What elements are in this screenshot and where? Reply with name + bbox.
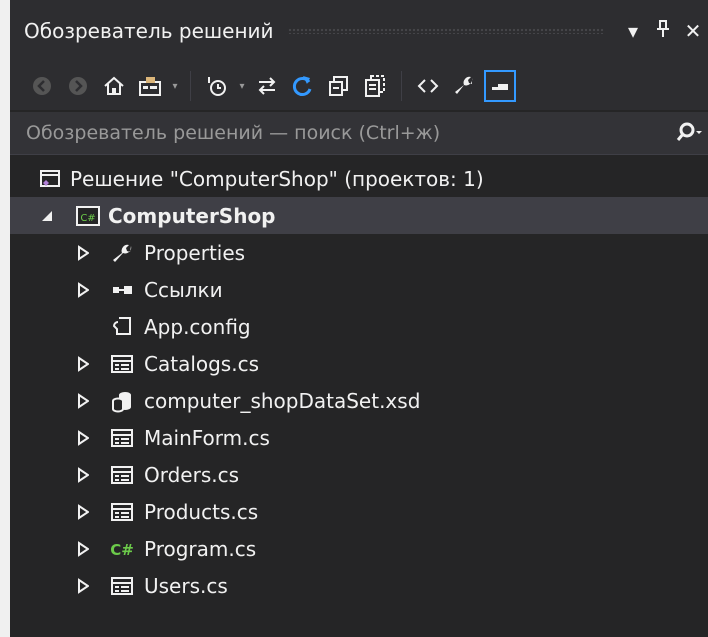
back-icon[interactable] xyxy=(24,68,60,104)
switch-views-dropdown[interactable]: ▾ xyxy=(168,68,182,104)
svg-text:C#: C# xyxy=(110,541,134,559)
search-bar xyxy=(10,112,708,155)
preview-selected-items-icon[interactable] xyxy=(482,68,518,104)
tree-row-solution[interactable]: Решение "ComputerShop" (проектов: 1) xyxy=(10,160,708,197)
collapsed-arrow-icon[interactable] xyxy=(76,382,90,419)
switch-views-icon[interactable] xyxy=(132,68,168,104)
filter-dropdown[interactable]: ▾ xyxy=(235,68,249,104)
wrench-icon xyxy=(110,234,134,271)
file-label: Properties xyxy=(144,240,246,265)
home-icon[interactable] xyxy=(96,68,132,104)
form-icon xyxy=(110,567,134,604)
sync-with-document-icon[interactable] xyxy=(249,68,285,104)
drag-grip[interactable] xyxy=(287,28,604,34)
collapsed-arrow-icon[interactable] xyxy=(76,345,90,382)
references-icon xyxy=(110,271,134,308)
form-icon xyxy=(110,345,134,382)
collapsed-arrow-icon[interactable] xyxy=(76,456,90,493)
properties-wrench-icon[interactable] xyxy=(446,68,482,104)
collapsed-arrow-icon[interactable] xyxy=(76,234,90,271)
tree-row-file[interactable]: computer_shopDataSet.xsd xyxy=(10,382,708,419)
toolbar-separator xyxy=(401,71,402,101)
title-bar: Обозреватель решений ▾ ✕ xyxy=(10,0,708,62)
project-label: ComputerShop xyxy=(108,203,276,228)
solution-tree: Решение "ComputerShop" (проектов: 1) C# … xyxy=(10,160,708,604)
csharp-project-icon: C# xyxy=(76,197,100,234)
tree-row-file[interactable]: Products.cs xyxy=(10,493,708,530)
solution-icon xyxy=(38,160,62,197)
tree-row-project[interactable]: C# ComputerShop xyxy=(10,197,708,234)
expanded-arrow-icon[interactable] xyxy=(40,197,54,234)
form-icon xyxy=(110,419,134,456)
refresh-icon[interactable] xyxy=(285,68,321,104)
collapse-all-icon[interactable] xyxy=(321,68,357,104)
search-input[interactable] xyxy=(24,121,668,145)
solution-label: Решение "ComputerShop" (проектов: 1) xyxy=(70,166,484,191)
dataset-icon xyxy=(110,382,134,419)
collapsed-arrow-icon[interactable] xyxy=(76,493,90,530)
toolbar-separator xyxy=(190,71,191,101)
collapsed-arrow-icon[interactable] xyxy=(76,419,90,456)
form-icon xyxy=(110,493,134,530)
window-position-dropdown[interactable]: ▾ xyxy=(618,19,648,43)
tree-row-file[interactable]: Catalogs.cs xyxy=(10,345,708,382)
pin-icon[interactable] xyxy=(648,19,678,44)
file-label: computer_shopDataSet.xsd xyxy=(144,388,421,413)
show-all-files-icon[interactable] xyxy=(357,68,393,104)
collapsed-arrow-icon[interactable] xyxy=(76,530,90,567)
close-icon[interactable]: ✕ xyxy=(678,19,708,43)
config-file-icon xyxy=(110,308,134,345)
panel-title: Обозреватель решений xyxy=(24,19,274,43)
search-icon[interactable] xyxy=(668,112,708,154)
tree-row-file[interactable]: Users.cs xyxy=(10,567,708,604)
toolbar: ▾ ▾ xyxy=(10,62,708,110)
file-label: Products.cs xyxy=(144,499,259,524)
file-label: MainForm.cs xyxy=(144,425,270,450)
svg-text:C#: C# xyxy=(80,213,95,224)
tree-row-file[interactable]: Orders.cs xyxy=(10,456,708,493)
collapsed-arrow-icon[interactable] xyxy=(76,271,90,308)
file-label: Catalogs.cs xyxy=(144,351,259,376)
tree-row-file[interactable]: Ссылки xyxy=(10,271,708,308)
file-label: Ссылки xyxy=(144,277,223,302)
tree-row-file[interactable]: Properties xyxy=(10,234,708,271)
pending-changes-filter-icon[interactable] xyxy=(199,68,235,104)
forward-icon[interactable] xyxy=(60,68,96,104)
solution-explorer-panel: Обозреватель решений ▾ ✕ ▾ ▾ Обозревател… xyxy=(10,0,708,637)
csharp-file-icon: C# xyxy=(110,530,134,567)
tree-row-file[interactable]: C# Program.cs xyxy=(10,530,708,567)
file-label: Program.cs xyxy=(144,536,257,561)
tree-row-file[interactable]: App.config xyxy=(10,308,708,345)
collapsed-arrow-icon[interactable] xyxy=(76,567,90,604)
tree-row-file[interactable]: MainForm.cs xyxy=(10,419,708,456)
file-label: Orders.cs xyxy=(144,462,240,487)
file-label: App.config xyxy=(144,314,251,339)
file-label: Users.cs xyxy=(144,573,228,598)
form-icon xyxy=(110,456,134,493)
view-code-icon[interactable] xyxy=(410,68,446,104)
